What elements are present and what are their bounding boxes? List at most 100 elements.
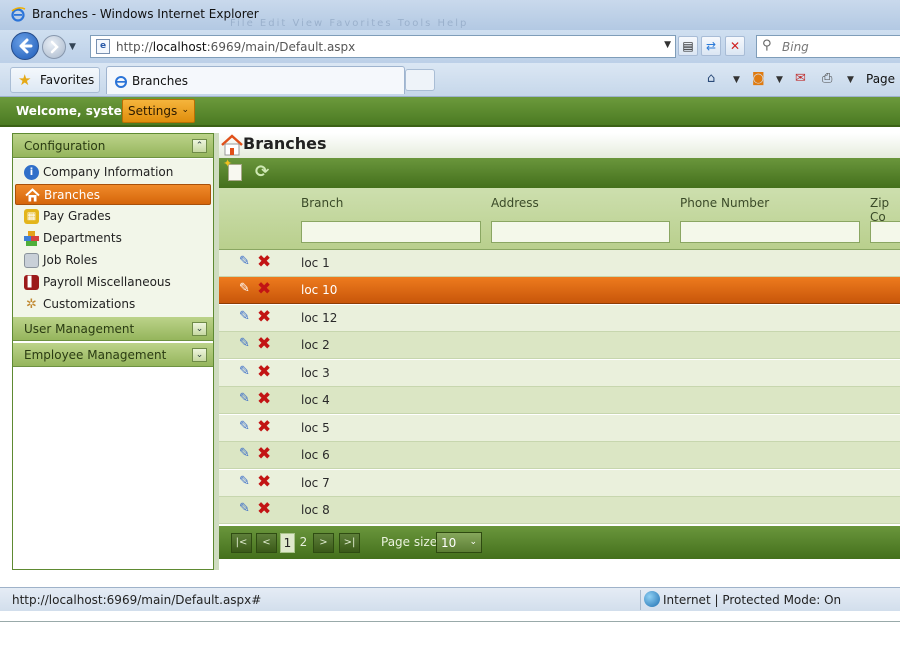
favorites-button[interactable]: ★ Favorites	[10, 67, 100, 93]
filter-input-address[interactable]	[491, 221, 670, 243]
collapse-icon[interactable]: ⌃	[192, 139, 207, 153]
edit-pencil-icon[interactable]: ✎	[239, 309, 250, 324]
table-row[interactable]: ✎ ✖ loc 5	[219, 415, 900, 442]
branch-cell: loc 7	[301, 476, 330, 490]
delete-icon[interactable]: ✖	[257, 334, 271, 354]
filter-input-zip-code[interactable]	[870, 221, 900, 243]
table-row[interactable]: ✎ ✖ loc 4	[219, 387, 900, 414]
address-bar[interactable]: e http://localhost:6969/main/Default.asp…	[90, 35, 676, 58]
ie-tab-icon	[115, 76, 127, 88]
page-title-bar: Branches	[219, 133, 900, 158]
section-employee-management[interactable]: Employee Management ⌄	[13, 343, 213, 367]
column-header-phone-number[interactable]: Phone Number	[680, 196, 769, 210]
history-dropdown-icon[interactable]: ▼	[69, 42, 76, 52]
filter-input-phone-number[interactable]	[680, 221, 860, 243]
sidebar-item-branches[interactable]: Branches	[15, 184, 211, 205]
table-row-selected[interactable]: ✎ ✖ loc 10	[219, 277, 900, 304]
table-row[interactable]: ✎ ✖ loc 7	[219, 470, 900, 497]
delete-icon[interactable]: ✖	[257, 252, 271, 272]
feeds-dropdown-icon[interactable]: ▼	[776, 75, 783, 85]
edit-pencil-icon[interactable]: ✎	[239, 446, 250, 461]
print-icon[interactable]: ⎙	[822, 71, 832, 86]
column-header-branch[interactable]: Branch	[301, 196, 343, 210]
print-dropdown-icon[interactable]: ▼	[847, 75, 854, 85]
background-menu-ghost: File Edit View Favorites Tools Help	[230, 18, 469, 29]
edit-pencil-icon[interactable]: ✎	[239, 281, 250, 296]
section-label: Configuration	[24, 139, 106, 153]
security-zone-text[interactable]: Internet | Protected Mode: On	[663, 593, 841, 607]
internet-zone-icon	[644, 591, 660, 607]
grid-pager: |< < 1 2 > >| Page size: 10 ⌄	[219, 526, 900, 559]
first-page-button[interactable]: |<	[231, 533, 252, 553]
delete-icon[interactable]: ✖	[257, 307, 271, 327]
refresh-icon[interactable]: ⟳	[255, 162, 269, 182]
edit-pencil-icon[interactable]: ✎	[239, 254, 250, 269]
column-header-address[interactable]: Address	[491, 196, 539, 210]
compat-view-icon[interactable]: ▤	[678, 36, 698, 56]
sidebar-item-company-information[interactable]: i Company Information	[15, 162, 211, 183]
edit-pencil-icon[interactable]: ✎	[239, 336, 250, 351]
delete-icon[interactable]: ✖	[257, 279, 271, 299]
new-tab-button[interactable]	[405, 69, 435, 91]
sidebar-item-departments[interactable]: Departments	[15, 228, 211, 249]
table-row[interactable]: ✎ ✖ loc 8	[219, 497, 900, 524]
table-row[interactable]: ✎ ✖ loc 6	[219, 442, 900, 469]
main-panel: Branches ⟳ Branch Address Phone Number Z…	[219, 133, 900, 570]
section-label: User Management	[24, 322, 135, 336]
delete-icon[interactable]: ✖	[257, 389, 271, 409]
mail-icon[interactable]: ✉	[795, 71, 806, 86]
page-number[interactable]: 2	[296, 533, 311, 553]
last-page-button[interactable]: >|	[339, 533, 360, 553]
section-user-management[interactable]: User Management ⌄	[13, 317, 213, 341]
forward-button[interactable]	[42, 35, 66, 59]
edit-pencil-icon[interactable]: ✎	[239, 419, 250, 434]
edit-pencil-icon[interactable]: ✎	[239, 501, 250, 516]
next-page-button[interactable]: >	[313, 533, 334, 553]
stop-icon[interactable]: ✕	[725, 36, 745, 56]
section-configuration[interactable]: Configuration ⌃	[13, 134, 213, 158]
column-header-zip-code[interactable]: Zip Co	[870, 196, 900, 224]
search-box[interactable]: ⚲ Bing	[756, 35, 900, 58]
delete-icon[interactable]: ✖	[257, 499, 271, 519]
sidebar-item-customizations[interactable]: ✲ Customizations	[15, 294, 211, 315]
browser-window: Branches - Windows Internet Explorer Fil…	[0, 0, 900, 622]
filter-input-branch[interactable]	[301, 221, 481, 243]
delete-icon[interactable]: ✖	[257, 362, 271, 382]
page-size-select[interactable]: 10 ⌄	[436, 532, 482, 553]
delete-icon[interactable]: ✖	[257, 472, 271, 492]
prev-page-button[interactable]: <	[256, 533, 277, 553]
refresh-icon[interactable]: ⇄	[701, 36, 721, 56]
page-number-current[interactable]: 1	[280, 533, 295, 553]
settings-menu-button[interactable]: Settings ⌄	[122, 99, 195, 123]
table-row[interactable]: ✎ ✖ loc 3	[219, 360, 900, 387]
table-row[interactable]: ✎ ✖ loc 2	[219, 332, 900, 359]
delete-icon[interactable]: ✖	[257, 417, 271, 437]
sidebar-item-label: Departments	[43, 231, 122, 245]
address-url[interactable]: http://localhost:6969/main/Default.aspx	[116, 40, 355, 54]
branch-cell: loc 1	[301, 256, 330, 270]
edit-pencil-icon[interactable]: ✎	[239, 364, 250, 379]
table-row[interactable]: ✎ ✖ loc 1	[219, 250, 900, 277]
expand-icon[interactable]: ⌄	[192, 348, 207, 362]
branch-cell: loc 4	[301, 393, 330, 407]
sidebar-item-label: Customizations	[43, 297, 136, 311]
add-new-icon[interactable]	[223, 157, 242, 181]
edit-pencil-icon[interactable]: ✎	[239, 391, 250, 406]
page-menu[interactable]: Page	[866, 72, 895, 86]
back-button[interactable]	[11, 32, 39, 60]
sidebar-item-payroll-miscellaneous[interactable]: ▌ Payroll Miscellaneous	[15, 272, 211, 293]
home-dropdown-icon[interactable]: ▼	[733, 75, 740, 85]
sidebar-item-job-roles[interactable]: Job Roles	[15, 250, 211, 271]
address-dropdown-icon[interactable]: ▼	[664, 40, 671, 50]
favorites-bar: ★ Favorites Branches ⌂ ▼ ◙ ▼ ✉ ⎙ ▼ Page	[0, 63, 900, 97]
grid-header: Branch Address Phone Number Zip Co	[219, 188, 900, 250]
delete-icon[interactable]: ✖	[257, 444, 271, 464]
feeds-icon[interactable]: ◙	[752, 71, 765, 86]
home-icon[interactable]: ⌂	[707, 71, 715, 86]
sidebar: Configuration ⌃ i Company Information Br…	[12, 133, 214, 570]
table-row[interactable]: ✎ ✖ loc 12	[219, 305, 900, 332]
sidebar-item-pay-grades[interactable]: ▦ Pay Grades	[15, 206, 211, 227]
expand-icon[interactable]: ⌄	[192, 322, 207, 336]
tab-branches[interactable]: Branches	[106, 66, 405, 94]
edit-pencil-icon[interactable]: ✎	[239, 474, 250, 489]
